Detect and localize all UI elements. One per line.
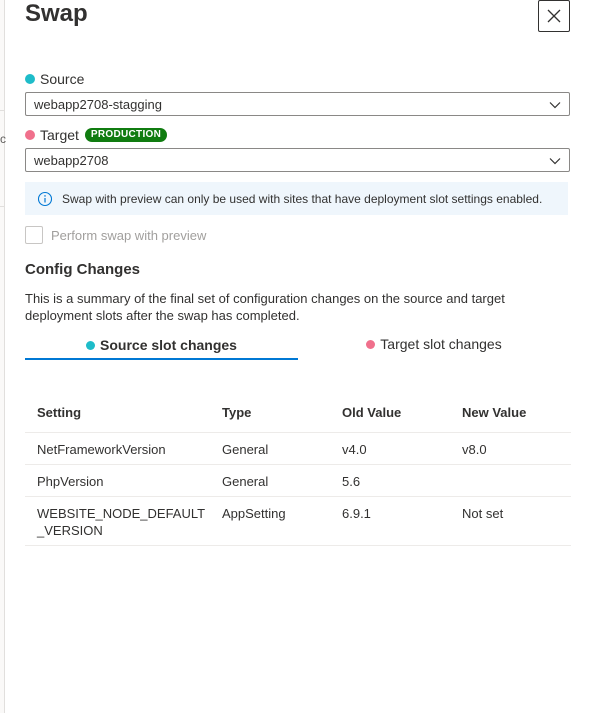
target-dot-icon [366,339,376,349]
source-label: Source [25,71,84,87]
new-value-cell [450,464,571,497]
swap-preview-label: Perform swap with preview [51,227,207,243]
type-cell: General [210,464,330,497]
new-value-cell: v8.0 [450,432,571,465]
preview-checkbox-row: Perform swap with preview [25,226,206,244]
old-value-cell: 6.9.1 [330,496,450,546]
source-dot-icon [25,74,35,84]
table-header-row: Setting Type Old Value New Value [25,394,571,433]
column-header-new-value[interactable]: New Value [450,394,571,433]
close-icon [547,9,561,23]
background-divider [0,206,5,207]
table-row: WEBSITE_NODE_DEFAULT_VERSION AppSetting … [25,496,571,546]
tab-label: Source slot changes [100,337,237,353]
new-value-cell: Not set [450,496,571,546]
panel-title: Swap [25,0,88,27]
background-peek-text: c [0,132,6,146]
source-dot-icon [86,340,96,350]
config-changes-table: Setting Type Old Value New Value NetFram… [25,394,571,546]
setting-cell: WEBSITE_NODE_DEFAULT_VERSION [25,496,210,546]
type-cell: General [210,432,330,465]
target-label-text: Target [40,127,79,143]
tab-target-slot-changes[interactable]: Target slot changes [298,330,570,358]
type-cell: AppSetting [210,496,330,546]
source-slot-value: webapp2708-stagging [34,96,162,112]
close-button[interactable] [538,0,570,32]
target-slot-value: webapp2708 [34,152,109,168]
chevron-down-icon [549,102,561,109]
old-value-cell: 5.6 [330,464,450,497]
column-header-type[interactable]: Type [210,394,330,433]
config-changes-heading: Config Changes [25,261,140,278]
column-header-old-value[interactable]: Old Value [330,394,450,433]
info-icon [37,191,53,207]
config-changes-description: This is a summary of the final set of co… [25,291,505,323]
source-slot-dropdown[interactable]: webapp2708-stagging [25,92,570,116]
tab-label: Target slot changes [380,336,502,352]
background-page-edge: c [0,0,6,713]
chevron-down-icon [549,158,561,165]
target-slot-dropdown[interactable]: webapp2708 [25,148,570,172]
column-header-setting[interactable]: Setting [25,394,210,433]
production-badge: PRODUCTION [84,128,168,142]
info-message-bar: Swap with preview can only be used with … [25,182,568,215]
setting-cell: PhpVersion [25,464,210,497]
target-dot-icon [25,130,35,140]
info-message-text: Swap with preview can only be used with … [62,191,543,206]
table-row: NetFrameworkVersion General v4.0 v8.0 [25,432,571,465]
swap-preview-checkbox[interactable] [25,226,43,244]
old-value-cell: v4.0 [330,432,450,465]
tab-source-slot-changes[interactable]: Source slot changes [25,332,298,360]
target-label: Target PRODUCTION [25,127,168,143]
source-label-text: Source [40,71,85,87]
background-divider [0,110,5,111]
table-row: PhpVersion General 5.6 [25,464,571,497]
setting-cell: NetFrameworkVersion [25,432,210,465]
